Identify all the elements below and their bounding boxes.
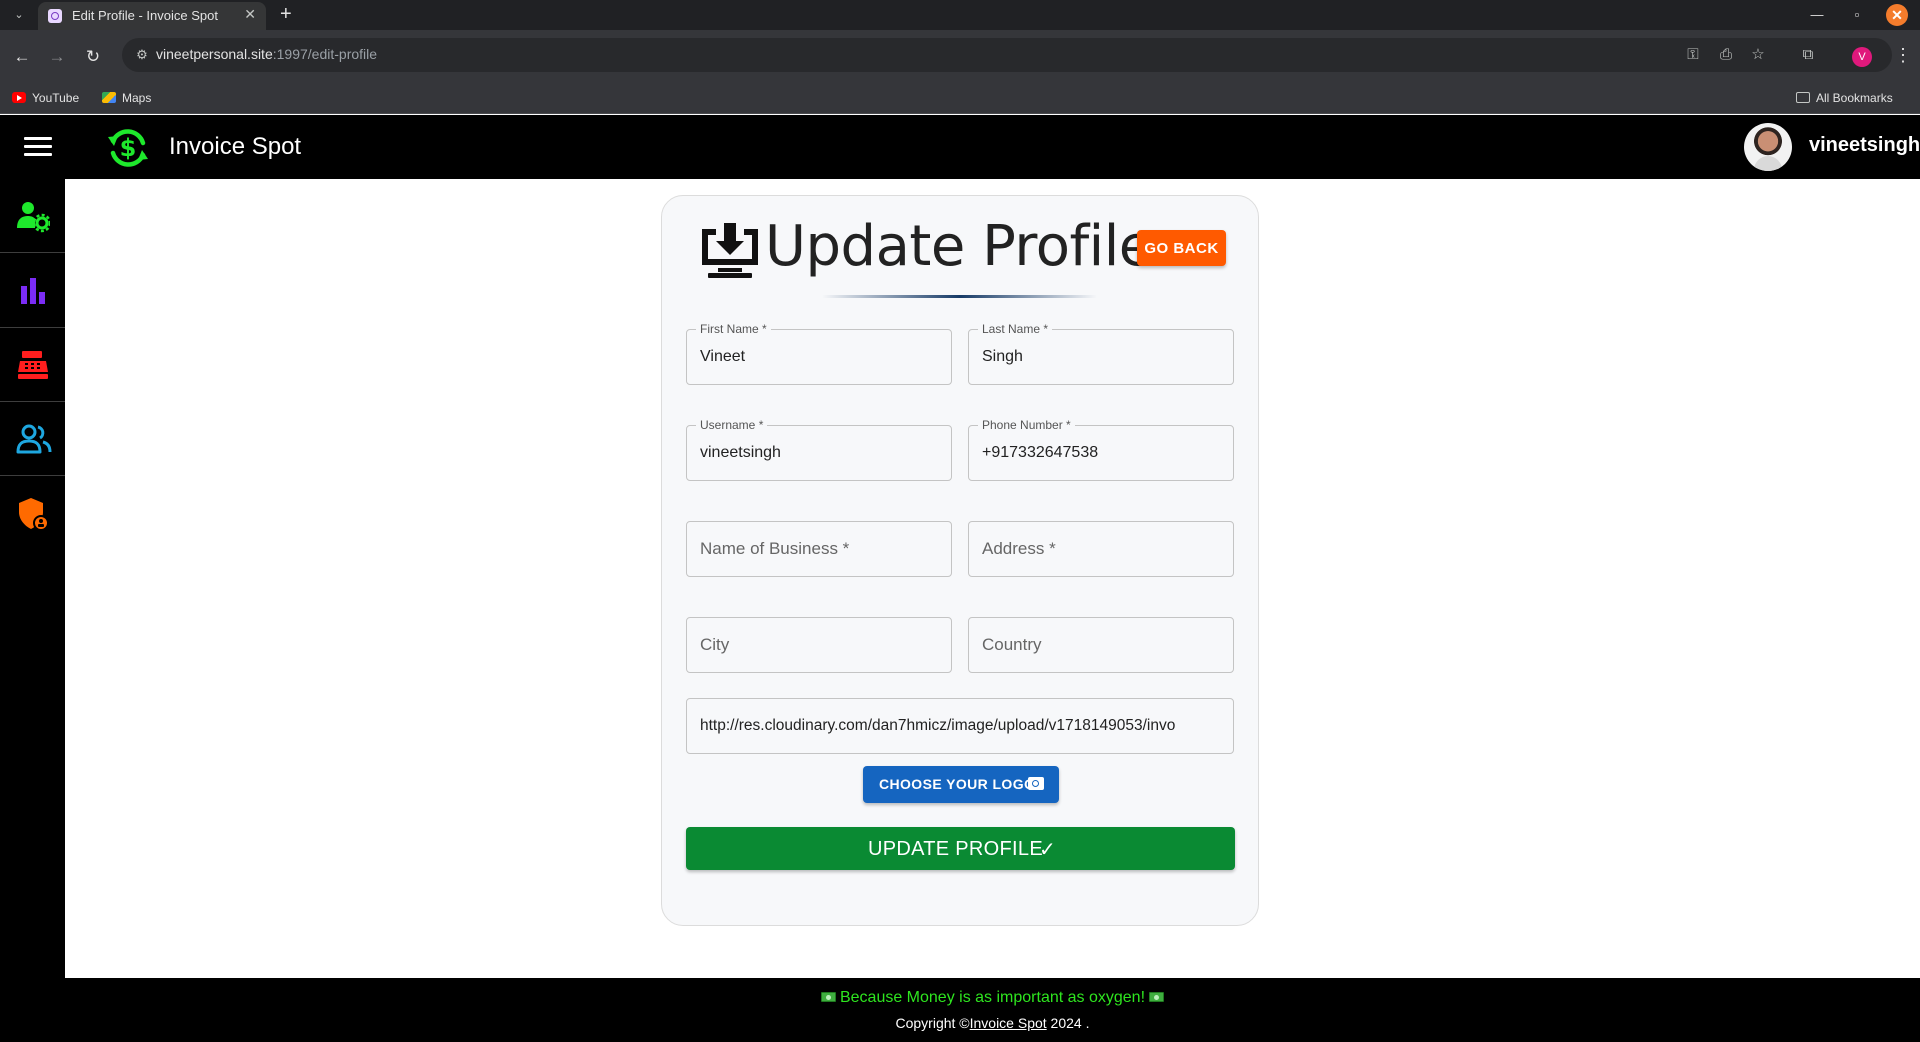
install-app-icon[interactable]: ⎙ xyxy=(1716,46,1736,66)
update-profile-label: UPDATE PROFILE xyxy=(868,838,1043,860)
copyright-prefix: Copyright © xyxy=(895,1015,970,1031)
sidebar-item-profile-settings[interactable] xyxy=(0,179,65,253)
username-field[interactable]: Username * vineetsingh xyxy=(686,418,952,481)
address-placeholder: Address * xyxy=(982,539,1056,558)
bookmark-star-icon[interactable]: ☆ xyxy=(1748,46,1768,66)
all-bookmarks-label: All Bookmarks xyxy=(1816,91,1893,105)
copyright-link[interactable]: Invoice Spot xyxy=(970,1015,1047,1031)
forward-arrow-icon[interactable]: → xyxy=(45,45,69,69)
footer: Because Money is as important as oxygen!… xyxy=(65,978,1920,1042)
money-icon xyxy=(1149,992,1165,1002)
address-bar[interactable]: ⚙ vineetpersonal.site:1997/edit-profile … xyxy=(122,38,1892,72)
phone-number-value[interactable]: +917332647538 xyxy=(982,444,1220,462)
maps-icon xyxy=(102,92,116,103)
city-placeholder: City xyxy=(700,635,730,654)
logo-url-value[interactable]: http://res.cloudinary.com/dan7hmicz/imag… xyxy=(700,717,1220,735)
window-close-icon[interactable]: ✕ xyxy=(1886,4,1908,26)
update-profile-button[interactable]: UPDATE PROFILE ✓ xyxy=(686,827,1235,870)
svg-text:$: $ xyxy=(120,134,137,162)
hamburger-menu-icon[interactable] xyxy=(24,137,52,157)
window-maximize-icon[interactable]: ▫ xyxy=(1846,4,1868,26)
user-avatar[interactable] xyxy=(1744,123,1792,171)
header-username[interactable]: vineetsingh xyxy=(1809,134,1920,157)
bookmark-youtube[interactable]: YouTube xyxy=(12,91,79,105)
edit-profile-card: Update Profile GO BACK First Name * Vine… xyxy=(661,195,1259,926)
browser-toolbar: ← → ↻ ⚙ vineetpersonal.site:1997/edit-pr… xyxy=(0,30,1920,84)
tab-title: Edit Profile - Invoice Spot xyxy=(72,8,218,23)
sidebar-item-dashboard[interactable] xyxy=(0,254,65,328)
business-name-field[interactable]: Name of Business * xyxy=(686,521,952,577)
reload-icon[interactable]: ↻ xyxy=(81,45,105,69)
bookmark-youtube-label: YouTube xyxy=(32,91,80,105)
sidebar-item-security[interactable] xyxy=(0,476,65,550)
camera-icon xyxy=(1028,777,1044,790)
first-name-label: First Name * xyxy=(696,322,771,336)
tab-list-chevron-icon[interactable]: ⌄ xyxy=(8,5,30,25)
app-bar: $ Invoice Spot vineetsingh xyxy=(0,115,1920,179)
bar-chart-icon xyxy=(21,278,45,304)
browser-profile-avatar[interactable]: V xyxy=(1852,47,1872,67)
check-icon: ✓ xyxy=(1039,839,1056,861)
choose-logo-label: CHOOSE YOUR LOGO xyxy=(879,776,1036,792)
country-placeholder: Country xyxy=(982,635,1042,654)
users-icon xyxy=(16,424,52,454)
all-bookmarks[interactable]: All Bookmarks xyxy=(1796,91,1893,105)
country-field[interactable]: Country xyxy=(968,617,1234,673)
money-icon xyxy=(820,992,836,1002)
address-field[interactable]: Address * xyxy=(968,521,1234,577)
footer-motto: Because Money is as important as oxygen! xyxy=(65,989,1920,1007)
go-back-button[interactable]: GO BACK xyxy=(1137,230,1226,266)
tab-favicon-icon xyxy=(48,9,62,23)
copyright-suffix: 2024 . xyxy=(1046,1015,1090,1031)
download-monitor-icon xyxy=(702,223,758,278)
bookmark-maps[interactable]: Maps xyxy=(102,91,151,105)
cash-register-icon xyxy=(18,351,48,379)
youtube-icon xyxy=(12,92,26,103)
tab-close-icon[interactable]: ✕ xyxy=(244,6,256,23)
username-value[interactable]: vineetsingh xyxy=(700,444,938,462)
bookmarks-bar: YouTube Maps All Bookmarks xyxy=(0,84,1920,114)
business-name-placeholder: Name of Business * xyxy=(700,539,850,558)
new-tab-plus-icon[interactable]: + xyxy=(280,2,292,26)
browser-tabstrip: ⌄ Edit Profile - Invoice Spot ✕ + — ▫ ✕ xyxy=(0,0,1920,30)
user-settings-icon xyxy=(17,202,50,233)
footer-copyright: Copyright ©Invoice Spot 2024 . xyxy=(65,1015,1920,1031)
sidebar xyxy=(0,179,65,1042)
window-minimize-icon[interactable]: — xyxy=(1806,4,1828,26)
sidebar-item-invoices[interactable] xyxy=(0,328,65,402)
browser-menu-dots-icon[interactable]: ⋮ xyxy=(1894,45,1912,66)
first-name-value[interactable]: Vineet xyxy=(700,348,938,366)
choose-logo-button[interactable]: CHOOSE YOUR LOGO xyxy=(863,766,1059,803)
sidebar-item-clients[interactable] xyxy=(0,402,65,476)
username-label: Username * xyxy=(696,418,768,432)
url-text[interactable]: vineetpersonal.site:1997/edit-profile xyxy=(156,46,377,62)
city-field[interactable]: City xyxy=(686,617,952,673)
phone-number-field[interactable]: Phone Number * +917332647538 xyxy=(968,418,1234,481)
browser-tab-active[interactable]: Edit Profile - Invoice Spot ✕ xyxy=(38,2,266,30)
url-path: :1997/edit-profile xyxy=(272,46,378,62)
footer-motto-text: Because Money is as important as oxygen! xyxy=(839,989,1146,1006)
password-key-icon[interactable]: ⚿ xyxy=(1683,46,1703,66)
back-arrow-icon[interactable]: ← xyxy=(10,45,34,69)
title-underline xyxy=(822,295,1097,298)
first-name-field[interactable]: First Name * Vineet xyxy=(686,322,952,385)
last-name-value[interactable]: Singh xyxy=(982,348,1220,366)
main-content: Update Profile GO BACK First Name * Vine… xyxy=(65,179,1920,978)
page-title: Update Profile xyxy=(765,214,1153,279)
brand-name[interactable]: Invoice Spot xyxy=(169,133,301,161)
bookmark-maps-label: Maps xyxy=(122,91,152,105)
invoice-spot-logo-icon[interactable]: $ xyxy=(103,123,153,173)
logo-url-field[interactable]: http://res.cloudinary.com/dan7hmicz/imag… xyxy=(686,698,1234,754)
phone-number-label: Phone Number * xyxy=(978,418,1075,432)
folder-icon xyxy=(1796,92,1810,103)
security-shield-icon xyxy=(19,498,49,531)
last-name-field[interactable]: Last Name * Singh xyxy=(968,322,1234,385)
last-name-label: Last Name * xyxy=(978,322,1053,336)
extensions-puzzle-icon[interactable]: ⧉ xyxy=(1798,46,1818,66)
url-host: vineetpersonal.site xyxy=(156,46,273,62)
site-info-icon[interactable]: ⚙ xyxy=(134,47,150,63)
